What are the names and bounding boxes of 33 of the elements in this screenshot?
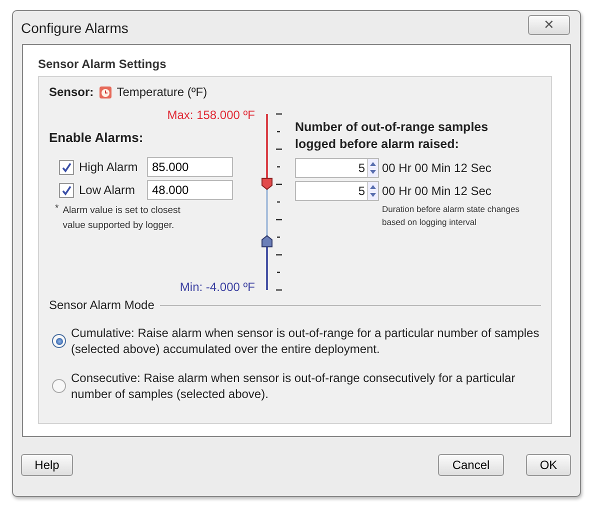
close-button[interactable]: ✕ [528, 14, 570, 34]
section-title: Sensor Alarm Settings [38, 57, 168, 71]
enable-alarms-label: Enable Alarms: [49, 130, 144, 145]
cancel-button[interactable]: Cancel [438, 454, 504, 476]
alarm-label: Low Alarm [79, 183, 136, 197]
duration-text: 00 Hr 00 Min 12 Sec [382, 161, 492, 175]
ok-button[interactable]: OK [526, 454, 571, 476]
sensor-value: Temperature (ºF) [116, 85, 208, 99]
mode-option-text: Consecutive: Raise alarm when sensor is out-of-range consecutively for a particular number of samples (selected above). [71, 370, 516, 402]
low-slider-thumb[interactable] [262, 235, 272, 248]
alarm-value-field[interactable]: 48.000 [147, 180, 233, 200]
samples-heading: Number of out-of-range samples logged before alarm raised: [295, 119, 490, 153]
alarm-clock-icon [98, 86, 112, 98]
window-title: Configure Alarms [21, 20, 130, 36]
checkbox[interactable] [59, 160, 74, 174]
high-slider-thumb[interactable] [262, 178, 272, 190]
radio-button[interactable] [52, 334, 66, 348]
note-text: Alarm value is set to closest value supported by logger. [62, 204, 182, 233]
max-value-label: Max: 158.000 ºF [166, 108, 256, 122]
mode-title: Sensor Alarm Mode [49, 298, 154, 312]
checkbox[interactable] [59, 182, 74, 198]
min-value-label: Min: -4.000 ºF [178, 280, 256, 294]
samples-spinner[interactable]: 5 [295, 181, 379, 201]
duration-text: 00 Hr 00 Min 12 Sec [382, 184, 492, 198]
duration-note: Duration before alarm state changes based on logging interval [382, 203, 520, 229]
mode-option-text: Cumulative: Raise alarm when sensor is out-of-range for a particular number of samples (selected above) accumulated over the entire deployment. [71, 325, 540, 357]
help-button[interactable]: Help [21, 454, 73, 476]
sensor-label: Sensor: [49, 85, 94, 99]
radio-button[interactable] [52, 379, 66, 393]
note-mark: * [55, 203, 59, 216]
alarm-label: High Alarm [79, 160, 139, 174]
samples-spinner[interactable]: 5 [295, 158, 379, 178]
alarm-value-field[interactable]: 85.000 [147, 157, 233, 177]
